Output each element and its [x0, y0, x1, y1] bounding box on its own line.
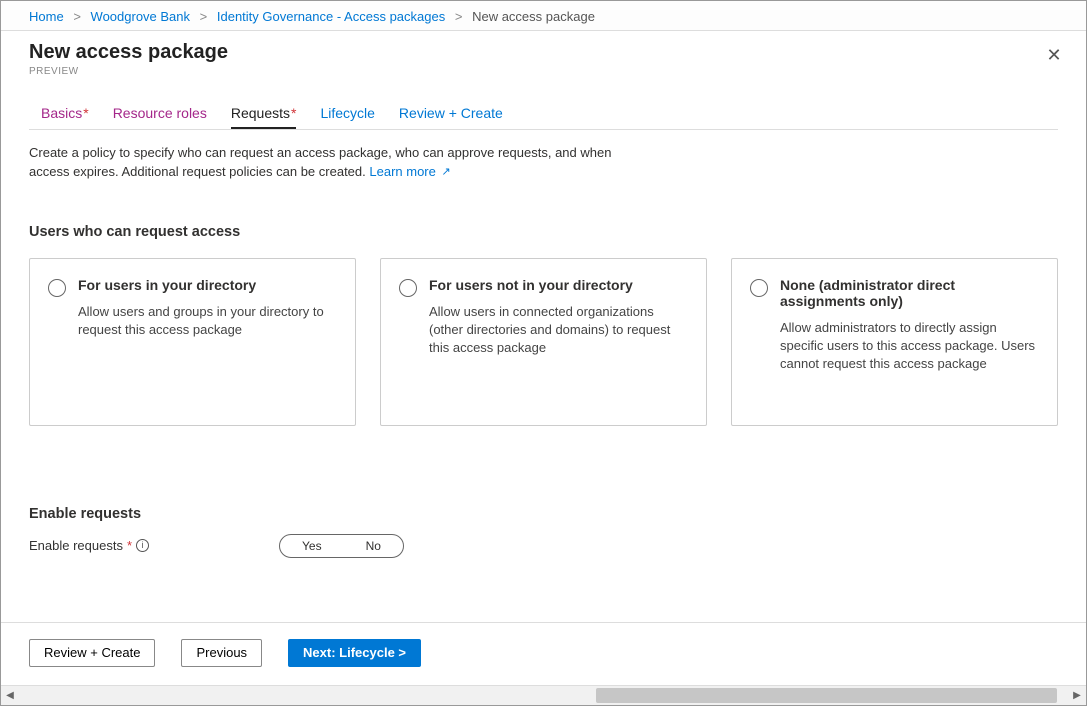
card-desc: Allow users and groups in your directory…	[78, 303, 337, 339]
required-indicator: *	[83, 105, 88, 121]
card-title: For users in your directory	[78, 277, 337, 293]
scroll-left-icon[interactable]: ◀	[1, 690, 19, 701]
tab-basics-label: Basics	[41, 105, 82, 121]
required-indicator: *	[291, 105, 296, 121]
review-create-button[interactable]: Review + Create	[29, 639, 155, 667]
info-icon[interactable]: i	[136, 539, 149, 552]
breadcrumb-home[interactable]: Home	[29, 9, 64, 24]
tab-resource-roles[interactable]: Resource roles	[113, 105, 207, 129]
card-title: For users not in your directory	[429, 277, 688, 293]
close-icon[interactable]: ✕	[1042, 43, 1066, 67]
toggle-no[interactable]: No	[344, 535, 403, 557]
chevron-right-icon: >	[200, 9, 208, 24]
radio-users-not-in-directory[interactable]	[399, 279, 417, 297]
radio-none-admin-only[interactable]	[750, 279, 768, 297]
required-indicator: *	[127, 538, 132, 553]
learn-more-link[interactable]: Learn more ↗	[369, 164, 450, 179]
users-who-can-request-heading: Users who can request access	[1, 182, 1086, 248]
scrollbar-thumb[interactable]	[596, 688, 1058, 703]
radio-users-in-directory[interactable]	[48, 279, 66, 297]
scrollbar-track[interactable]	[19, 686, 1068, 705]
external-link-icon: ↗	[441, 166, 450, 178]
page-title: New access package	[29, 41, 1058, 64]
card-desc: Allow administrators to directly assign …	[780, 319, 1039, 374]
page-description: Create a policy to specify who can reque…	[1, 130, 641, 182]
chevron-right-icon: >	[455, 9, 463, 24]
breadcrumb-current: New access package	[472, 9, 595, 24]
card-desc: Allow users in connected organizations (…	[429, 303, 688, 358]
description-text: Create a policy to specify who can reque…	[29, 145, 611, 179]
tab-requests-label: Requests	[231, 105, 290, 121]
previous-button[interactable]: Previous	[181, 639, 262, 667]
breadcrumb-woodgrove[interactable]: Woodgrove Bank	[91, 9, 191, 24]
tab-lifecycle[interactable]: Lifecycle	[320, 105, 374, 129]
toggle-yes[interactable]: Yes	[280, 535, 344, 557]
breadcrumb-identity-governance[interactable]: Identity Governance - Access packages	[217, 9, 445, 24]
enable-requests-toggle[interactable]: Yes No	[279, 534, 404, 558]
horizontal-scrollbar[interactable]: ◀ ▶	[1, 685, 1086, 705]
wizard-tabs: Basics* Resource roles Requests* Lifecyc…	[1, 79, 1086, 129]
preview-badge: PREVIEW	[29, 66, 1058, 77]
card-title: None (administrator direct assignments o…	[780, 277, 1039, 309]
tab-requests[interactable]: Requests*	[231, 105, 297, 129]
card-none-admin-only[interactable]: None (administrator direct assignments o…	[731, 258, 1058, 426]
breadcrumb: Home > Woodgrove Bank > Identity Governa…	[1, 1, 1086, 31]
card-users-in-directory[interactable]: For users in your directory Allow users …	[29, 258, 356, 426]
tab-basics[interactable]: Basics*	[41, 105, 89, 129]
learn-more-text: Learn more	[369, 164, 435, 179]
enable-requests-label-text: Enable requests	[29, 538, 123, 553]
wizard-footer: Review + Create Previous Next: Lifecycle…	[1, 622, 1086, 683]
enable-requests-section: Enable requests Enable requests * i Yes …	[1, 426, 1086, 558]
next-lifecycle-button[interactable]: Next: Lifecycle >	[288, 639, 421, 667]
page-header: New access package PREVIEW ✕	[1, 31, 1086, 79]
tab-review-create[interactable]: Review + Create	[399, 105, 503, 129]
chevron-right-icon: >	[73, 9, 81, 24]
card-users-not-in-directory[interactable]: For users not in your directory Allow us…	[380, 258, 707, 426]
enable-requests-heading: Enable requests	[29, 506, 1058, 522]
request-scope-cards: For users in your directory Allow users …	[1, 248, 1086, 426]
scroll-right-icon[interactable]: ▶	[1068, 690, 1086, 701]
enable-requests-label: Enable requests * i	[29, 538, 269, 553]
